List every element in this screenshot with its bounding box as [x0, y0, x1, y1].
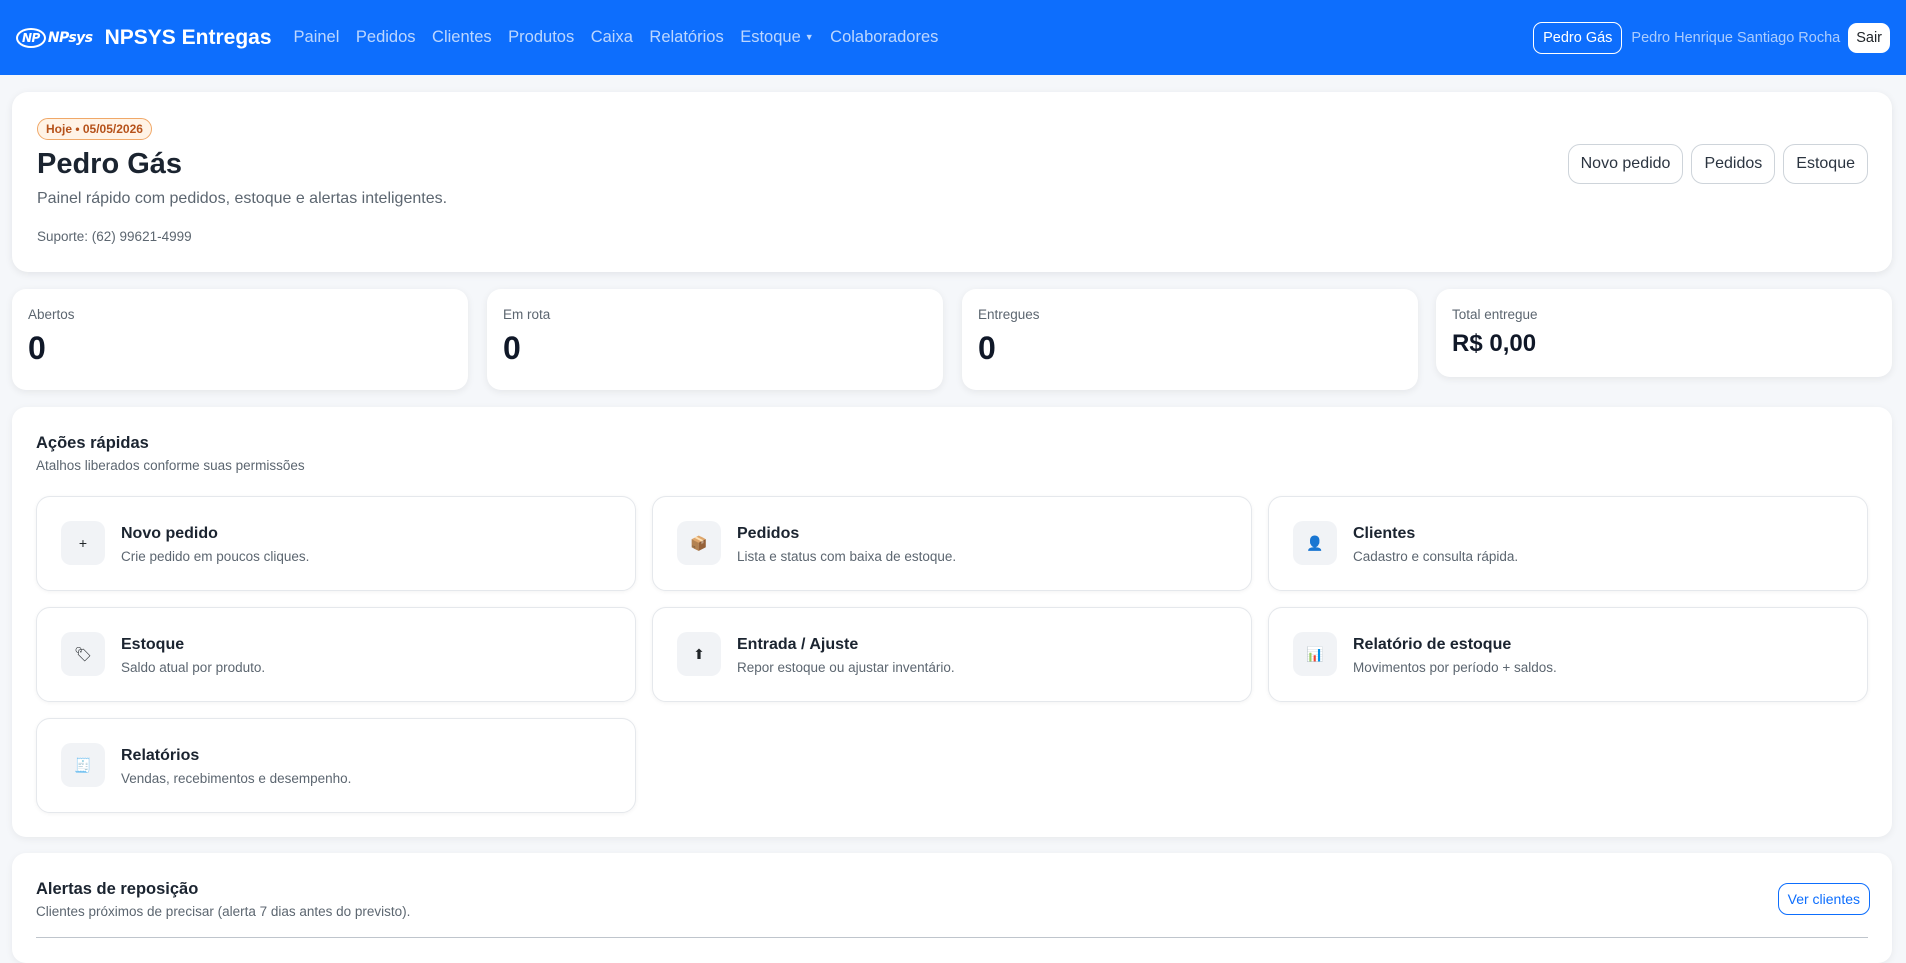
logo-text: NPsys [47, 29, 93, 46]
page-title: Pedro Gás [37, 148, 183, 180]
package-icon: 📦 [677, 521, 721, 565]
stat-label: Em rota [503, 307, 551, 322]
tile-desc: Crie pedido em poucos cliques. [121, 549, 310, 564]
stat-card-total-delivered: Total entregue R$ 0,00 [1436, 289, 1892, 377]
new-order-button[interactable]: Novo pedido [1567, 144, 1684, 184]
logout-button[interactable]: Sair [1848, 22, 1890, 53]
tile-reports[interactable]: 🧾 Relatórios Vendas, recebimentos e dese… [36, 718, 636, 813]
view-customers-button[interactable]: Ver clientes [1777, 883, 1870, 915]
alerts-subtitle: Clientes próximos de precisar (alerta 7 … [36, 904, 411, 919]
stat-value: 0 [28, 330, 46, 366]
stat-card-en-route: Em rota 0 [487, 289, 943, 390]
stat-label: Entregues [978, 307, 1040, 322]
nav-link-pedidos[interactable]: Pedidos [356, 28, 416, 47]
tile-title: Pedidos [737, 525, 800, 542]
tile-stock[interactable]: 🏷 Estoque Saldo atual por produto. [36, 607, 636, 702]
page-subtitle: Painel rápido com pedidos, estoque e ale… [37, 190, 448, 207]
tile-desc: Repor estoque ou ajustar inventário. [737, 660, 955, 675]
date-badge: Hoje • 05/05/2026 [37, 118, 152, 140]
plus-icon: + [61, 521, 105, 565]
tile-title: Relatórios [121, 747, 200, 764]
orders-button[interactable]: Pedidos [1691, 144, 1776, 184]
quick-actions-title: Ações rápidas [36, 434, 149, 452]
stat-value: 0 [503, 330, 521, 366]
tile-stock-report[interactable]: 📊 Relatório de estoque Movimentos por pe… [1268, 607, 1868, 702]
quick-actions-panel: Ações rápidas Atalhos liberados conforme… [12, 407, 1892, 837]
tile-title: Clientes [1353, 525, 1416, 542]
quick-actions-subtitle: Atalhos liberados conforme suas permissõ… [36, 458, 305, 473]
stat-card-open: Abertos 0 [12, 289, 468, 390]
bar-chart-icon: 📊 [1293, 632, 1337, 676]
npsys-logo: NP NPsys [16, 27, 93, 48]
user-name: Pedro Henrique Santiago Rocha [1631, 29, 1841, 46]
tile-customers[interactable]: 👤 Clientes Cadastro e consulta rápida. [1268, 496, 1868, 591]
tile-desc: Saldo atual por produto. [121, 660, 266, 675]
company-button[interactable]: Pedro Gás [1533, 21, 1623, 54]
report-icon: 🧾 [61, 743, 105, 787]
nav-link-colaboradores[interactable]: Colaboradores [830, 28, 938, 47]
tile-title: Novo pedido [121, 525, 218, 542]
nav-link-clientes[interactable]: Clientes [432, 28, 492, 47]
stat-value: R$ 0,00 [1452, 330, 1537, 357]
tile-title: Relatório de estoque [1353, 636, 1512, 653]
stat-card-delivered: Entregues 0 [962, 289, 1418, 390]
nav-right: Pedro Gás Pedro Henrique Santiago Rocha … [1533, 21, 1890, 54]
logo-mark: NP [16, 27, 46, 48]
nav-links: Painel Pedidos Clientes Produtos Caixa R… [294, 28, 955, 47]
tile-desc: Cadastro e consulta rápida. [1353, 549, 1519, 564]
stat-label: Total entregue [1452, 307, 1538, 322]
support-phone: Suporte: (62) 99621-4999 [37, 229, 192, 244]
restock-alerts-panel: Alertas de reposição Clientes próximos d… [12, 853, 1892, 963]
tile-desc: Vendas, recebimentos e desempenho. [121, 771, 352, 786]
stat-value: 0 [978, 330, 996, 366]
hero-card: Hoje • 05/05/2026 Pedro Gás Painel rápid… [12, 92, 1892, 272]
nav-link-painel[interactable]: Painel [294, 28, 340, 47]
nav-link-caixa[interactable]: Caixa [591, 28, 633, 47]
tile-title: Entrada / Ajuste [737, 636, 859, 653]
top-navbar: NP NPsys NPSYS Entregas Painel Pedidos C… [0, 0, 1906, 75]
nav-dropdown-estoque-label: Estoque [740, 28, 801, 46]
tile-new-order[interactable]: + Novo pedido Crie pedido em poucos cliq… [36, 496, 636, 591]
tag-icon: 🏷 [61, 632, 105, 676]
stock-button[interactable]: Estoque [1783, 144, 1868, 184]
tile-desc: Movimentos por período + saldos. [1353, 660, 1557, 675]
tile-title: Estoque [121, 636, 185, 653]
user-icon: 👤 [1293, 521, 1337, 565]
brand[interactable]: NP NPsys NPSYS Entregas [16, 26, 272, 50]
alerts-title: Alertas de reposição [36, 880, 199, 898]
divider [36, 937, 1868, 938]
tile-stock-entry[interactable]: ⬆ Entrada / Ajuste Repor estoque ou ajus… [652, 607, 1252, 702]
tile-desc: Lista e status com baixa de estoque. [737, 549, 957, 564]
nav-link-relatorios[interactable]: Relatórios [649, 28, 723, 47]
nav-dropdown-estoque[interactable]: Estoque ▼ [740, 28, 813, 47]
up-arrow-icon: ⬆ [677, 632, 721, 676]
caret-down-icon: ▼ [804, 32, 814, 42]
stat-label: Abertos [28, 307, 75, 322]
brand-name[interactable]: NPSYS Entregas [105, 26, 272, 50]
hero-actions: Novo pedido Pedidos Estoque [1560, 144, 1868, 184]
tile-orders[interactable]: 📦 Pedidos Lista e status com baixa de es… [652, 496, 1252, 591]
nav-link-produtos[interactable]: Produtos [508, 28, 574, 47]
